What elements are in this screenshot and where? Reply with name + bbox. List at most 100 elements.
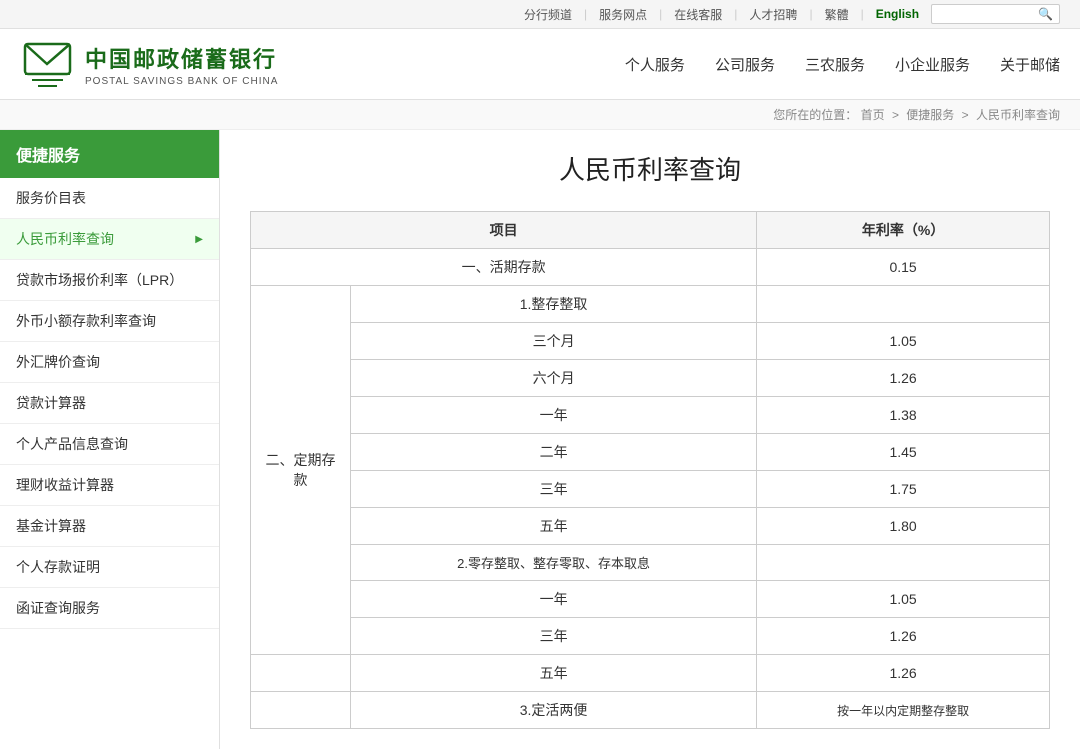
table-row: 一年 1.05 <box>251 581 1050 618</box>
divider-4: | <box>809 7 812 21</box>
sidebar-item-price-list-label: 服务价目表 <box>16 188 86 208</box>
table-row: 二年 1.45 <box>251 434 1050 471</box>
row-zero-3year-label: 三年 <box>351 618 757 655</box>
sidebar-item-loan-calc-label: 贷款计算器 <box>16 393 86 413</box>
sidebar-item-exchange[interactable]: 外汇牌价查询 <box>0 342 219 383</box>
table-row: 3.定活两便 按一年以内定期整存整取 <box>251 692 1050 729</box>
sidebar-item-confirmation[interactable]: 函证查询服务 <box>0 588 219 629</box>
main-nav: 个人服务 公司服务 三农服务 小企业服务 关于邮储 <box>625 50 1060 79</box>
sidebar-item-deposit-cert[interactable]: 个人存款证明 <box>0 547 219 588</box>
table-row: 三年 1.26 <box>251 618 1050 655</box>
online-service-link[interactable]: 在线客服 <box>674 6 722 23</box>
search-icon[interactable]: 🔍 <box>1038 7 1053 21</box>
sidebar-item-exchange-label: 外汇牌价查询 <box>16 352 100 372</box>
branch-channel-link[interactable]: 分行频道 <box>524 6 572 23</box>
logo-chinese-name: 中国邮政储蓄银行 <box>85 42 278 74</box>
sidebar-item-confirmation-label: 函证查询服务 <box>16 598 100 618</box>
sidebar-item-rmb-rate-label: 人民币利率查询 <box>16 229 114 249</box>
breadcrumb-sep-1: > <box>892 108 902 122</box>
sidebar-item-fund-calc[interactable]: 基金计算器 <box>0 506 219 547</box>
table-row: 2.零存整取、整存零取、存本取息 <box>251 545 1050 581</box>
sidebar-item-product-info[interactable]: 个人产品信息查询 <box>0 424 219 465</box>
nav-about[interactable]: 关于邮储 <box>1000 50 1060 79</box>
table-row: 五年 1.80 <box>251 508 1050 545</box>
row-2year-rate: 1.45 <box>757 434 1050 471</box>
row-fixed-deposit-label: 二、定期存款 <box>251 286 351 655</box>
top-bar: 分行频道 | 服务网点 | 在线客服 | 人才招聘 | 繁體 | English… <box>0 0 1080 29</box>
traditional-chinese-link[interactable]: 繁體 <box>825 6 849 23</box>
sidebar-item-loan-calc[interactable]: 贷款计算器 <box>0 383 219 424</box>
row-zero-1year-label: 一年 <box>351 581 757 618</box>
row-flexible-rate: 按一年以内定期整存整取 <box>757 692 1050 729</box>
breadcrumb-bar: 您所在的位置： 首页 > 便捷服务 > 人民币利率查询 <box>0 100 1080 130</box>
divider-5: | <box>861 7 864 21</box>
row-3year-rate: 1.75 <box>757 471 1050 508</box>
english-link[interactable]: English <box>876 7 919 21</box>
row-zero-deposit-label: 2.零存整取、整存零取、存本取息 <box>351 545 757 581</box>
row-3month-label: 三个月 <box>351 323 757 360</box>
header: 中国邮政储蓄银行 POSTAL SAVINGS BANK OF CHINA 个人… <box>0 29 1080 100</box>
sidebar-header: 便捷服务 <box>0 130 219 178</box>
talent-recruit-link[interactable]: 人才招聘 <box>749 6 797 23</box>
sidebar-item-rmb-rate-arrow: ▶ <box>195 234 203 245</box>
nav-agriculture[interactable]: 三农服务 <box>805 50 865 79</box>
row-6month-rate: 1.26 <box>757 360 1050 397</box>
breadcrumb-prefix: 您所在的位置： <box>773 108 857 122</box>
table-row: 二、定期存款 1.整存整取 <box>251 286 1050 323</box>
row-3year-label: 三年 <box>351 471 757 508</box>
service-outlet-link[interactable]: 服务网点 <box>599 6 647 23</box>
breadcrumb-home[interactable]: 首页 <box>861 108 885 122</box>
row-flexible-label: 3.定活两便 <box>351 692 757 729</box>
row-section2-extra <box>251 655 351 692</box>
row-zero-1year-rate: 1.05 <box>757 581 1050 618</box>
sidebar-item-foreign-small[interactable]: 外币小额存款利率查询 <box>0 301 219 342</box>
row-6month-label: 六个月 <box>351 360 757 397</box>
col-header-rate: 年利率（%） <box>757 212 1050 249</box>
search-box[interactable]: 🔍 <box>931 4 1060 24</box>
row-zero-deposit-rate <box>757 545 1050 581</box>
row-zero-3year-rate: 1.26 <box>757 618 1050 655</box>
sidebar-item-lpr[interactable]: 贷款市场报价利率（LPR） <box>0 260 219 301</box>
page-layout: 便捷服务 服务价目表 人民币利率查询 ▶ 贷款市场报价利率（LPR） 外币小额存… <box>0 130 1080 749</box>
row-5year-rate: 1.80 <box>757 508 1050 545</box>
logo-english-name: POSTAL SAVINGS BANK OF CHINA <box>85 76 278 87</box>
page-title: 人民币利率查询 <box>250 150 1050 187</box>
divider-3: | <box>734 7 737 21</box>
breadcrumb-convenient-service[interactable]: 便捷服务 <box>906 108 954 122</box>
nav-personal[interactable]: 个人服务 <box>625 50 685 79</box>
table-row: 一、活期存款 0.15 <box>251 249 1050 286</box>
row-fixed-type1-rate <box>757 286 1050 323</box>
sidebar-item-price-list[interactable]: 服务价目表 <box>0 178 219 219</box>
sidebar-item-fund-calc-label: 基金计算器 <box>16 516 86 536</box>
table-row: 三年 1.75 <box>251 471 1050 508</box>
row-3month-rate: 1.05 <box>757 323 1050 360</box>
row-1year-rate: 1.38 <box>757 397 1050 434</box>
breadcrumb-current: 人民币利率查询 <box>976 108 1060 122</box>
main-content: 人民币利率查询 项目 年利率（%） 一、活期存款 0.15 二、定期存款 1.整… <box>220 130 1080 749</box>
divider-1: | <box>584 7 587 21</box>
table-row: 五年 1.26 <box>251 655 1050 692</box>
table-header-row: 项目 年利率（%） <box>251 212 1050 249</box>
sidebar: 便捷服务 服务价目表 人民币利率查询 ▶ 贷款市场报价利率（LPR） 外币小额存… <box>0 130 220 749</box>
sidebar-item-rmb-rate[interactable]: 人民币利率查询 ▶ <box>0 219 219 260</box>
sidebar-item-deposit-cert-label: 个人存款证明 <box>16 557 100 577</box>
row-5year-label: 五年 <box>351 508 757 545</box>
row-demand-deposit-label: 一、活期存款 <box>251 249 757 286</box>
logo-area: 中国邮政储蓄银行 POSTAL SAVINGS BANK OF CHINA <box>20 39 278 89</box>
row-1year-label: 一年 <box>351 397 757 434</box>
nav-corporate[interactable]: 公司服务 <box>715 50 775 79</box>
table-row: 三个月 1.05 <box>251 323 1050 360</box>
row-zero-5year-label: 五年 <box>351 655 757 692</box>
divider-2: | <box>659 7 662 21</box>
nav-small-enterprise[interactable]: 小企业服务 <box>895 50 970 79</box>
row-zero-5year-rate: 1.26 <box>757 655 1050 692</box>
sidebar-item-lpr-label: 贷款市场报价利率（LPR） <box>16 270 183 290</box>
bank-logo-icon <box>20 39 75 89</box>
rate-table: 项目 年利率（%） 一、活期存款 0.15 二、定期存款 1.整存整取 <box>250 211 1050 729</box>
row-flexible-spacer <box>251 692 351 729</box>
search-input[interactable] <box>938 7 1038 21</box>
sidebar-item-wealth-calc[interactable]: 理财收益计算器 <box>0 465 219 506</box>
table-row: 一年 1.38 <box>251 397 1050 434</box>
breadcrumb-sep-2: > <box>962 108 972 122</box>
row-demand-deposit-rate: 0.15 <box>757 249 1050 286</box>
